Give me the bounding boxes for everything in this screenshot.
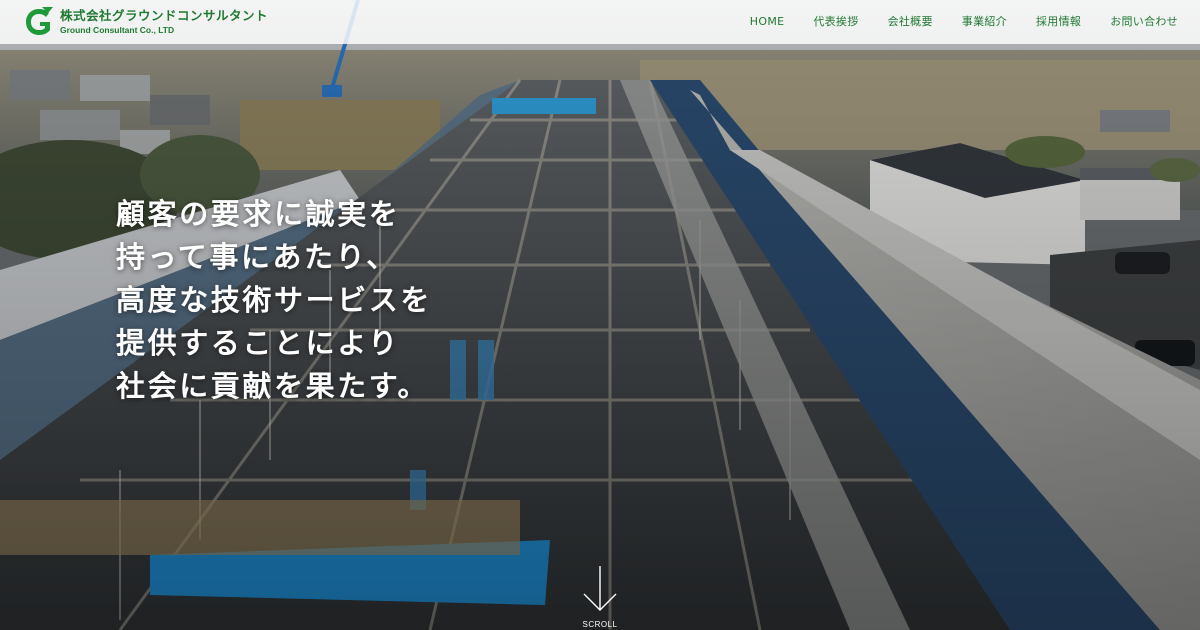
nav-item-company-profile[interactable]: 会社概要 <box>888 0 933 44</box>
page: 株式会社グラウンドコンサルタント Ground Consultant Co., … <box>0 0 1200 630</box>
nav-item-home[interactable]: HOME <box>750 0 785 44</box>
hero-line: 社会に貢献を果たす。 <box>116 369 430 403</box>
hero-line: 持って事にあたり、 <box>116 240 398 274</box>
scroll-down-link[interactable]: SCROLL <box>580 566 620 629</box>
brand-logo-link[interactable]: 株式会社グラウンドコンサルタント Ground Consultant Co., … <box>22 5 268 39</box>
hero-line: 顧客の要求に誠実を <box>116 197 401 231</box>
nav-item-greeting[interactable]: 代表挨拶 <box>813 0 858 44</box>
nav-item-recruit[interactable]: 採用情報 <box>1036 0 1081 44</box>
nav-item-business[interactable]: 事業紹介 <box>962 0 1007 44</box>
nav-item-contact[interactable]: お問い合わせ <box>1110 0 1178 44</box>
hero-line: 高度な技術サービスを <box>116 283 433 317</box>
hero-headline: 顧客の要求に誠実を 持って事にあたり、 高度な技術サービスを 提供することにより… <box>116 193 432 408</box>
arrow-down-icon <box>580 566 620 618</box>
company-logo-icon <box>22 5 56 39</box>
scroll-label: SCROLL <box>582 620 618 629</box>
site-header: 株式会社グラウンドコンサルタント Ground Consultant Co., … <box>0 0 1200 44</box>
main-nav: HOME 代表挨拶 会社概要 事業紹介 採用情報 お問い合わせ <box>721 0 1178 44</box>
brand-text: 株式会社グラウンドコンサルタント Ground Consultant Co., … <box>60 8 268 36</box>
hero-line: 提供することにより <box>116 326 400 360</box>
company-name-ja: 株式会社グラウンドコンサルタント <box>60 8 269 23</box>
company-name-en: Ground Consultant Co., LTD <box>60 25 175 35</box>
